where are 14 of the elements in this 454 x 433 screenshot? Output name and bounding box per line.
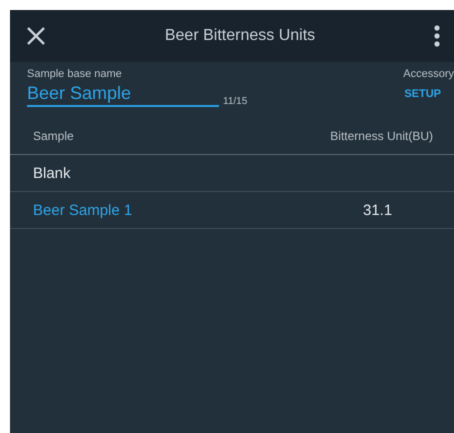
more-icon [434, 25, 440, 47]
sample-name-field[interactable]: Beer Sample [27, 80, 219, 107]
table-row[interactable]: Beer Sample 1 31.1 [10, 192, 454, 229]
character-counter: 11/15 [223, 96, 248, 107]
table-cell: 31.1 [363, 202, 392, 218]
column-header: Sample [33, 129, 74, 143]
column-header: Bitterness Unit(BU) [330, 129, 433, 143]
more-menu-button[interactable] [432, 23, 442, 49]
setup-button[interactable]: SETUP [404, 88, 454, 100]
close-icon [26, 26, 46, 46]
table-row[interactable]: Blank [10, 155, 454, 192]
window-title: Beer Bitterness Units [164, 27, 316, 45]
field-label: Sample base name [27, 68, 123, 80]
accessory-label: Accessory [403, 68, 454, 80]
